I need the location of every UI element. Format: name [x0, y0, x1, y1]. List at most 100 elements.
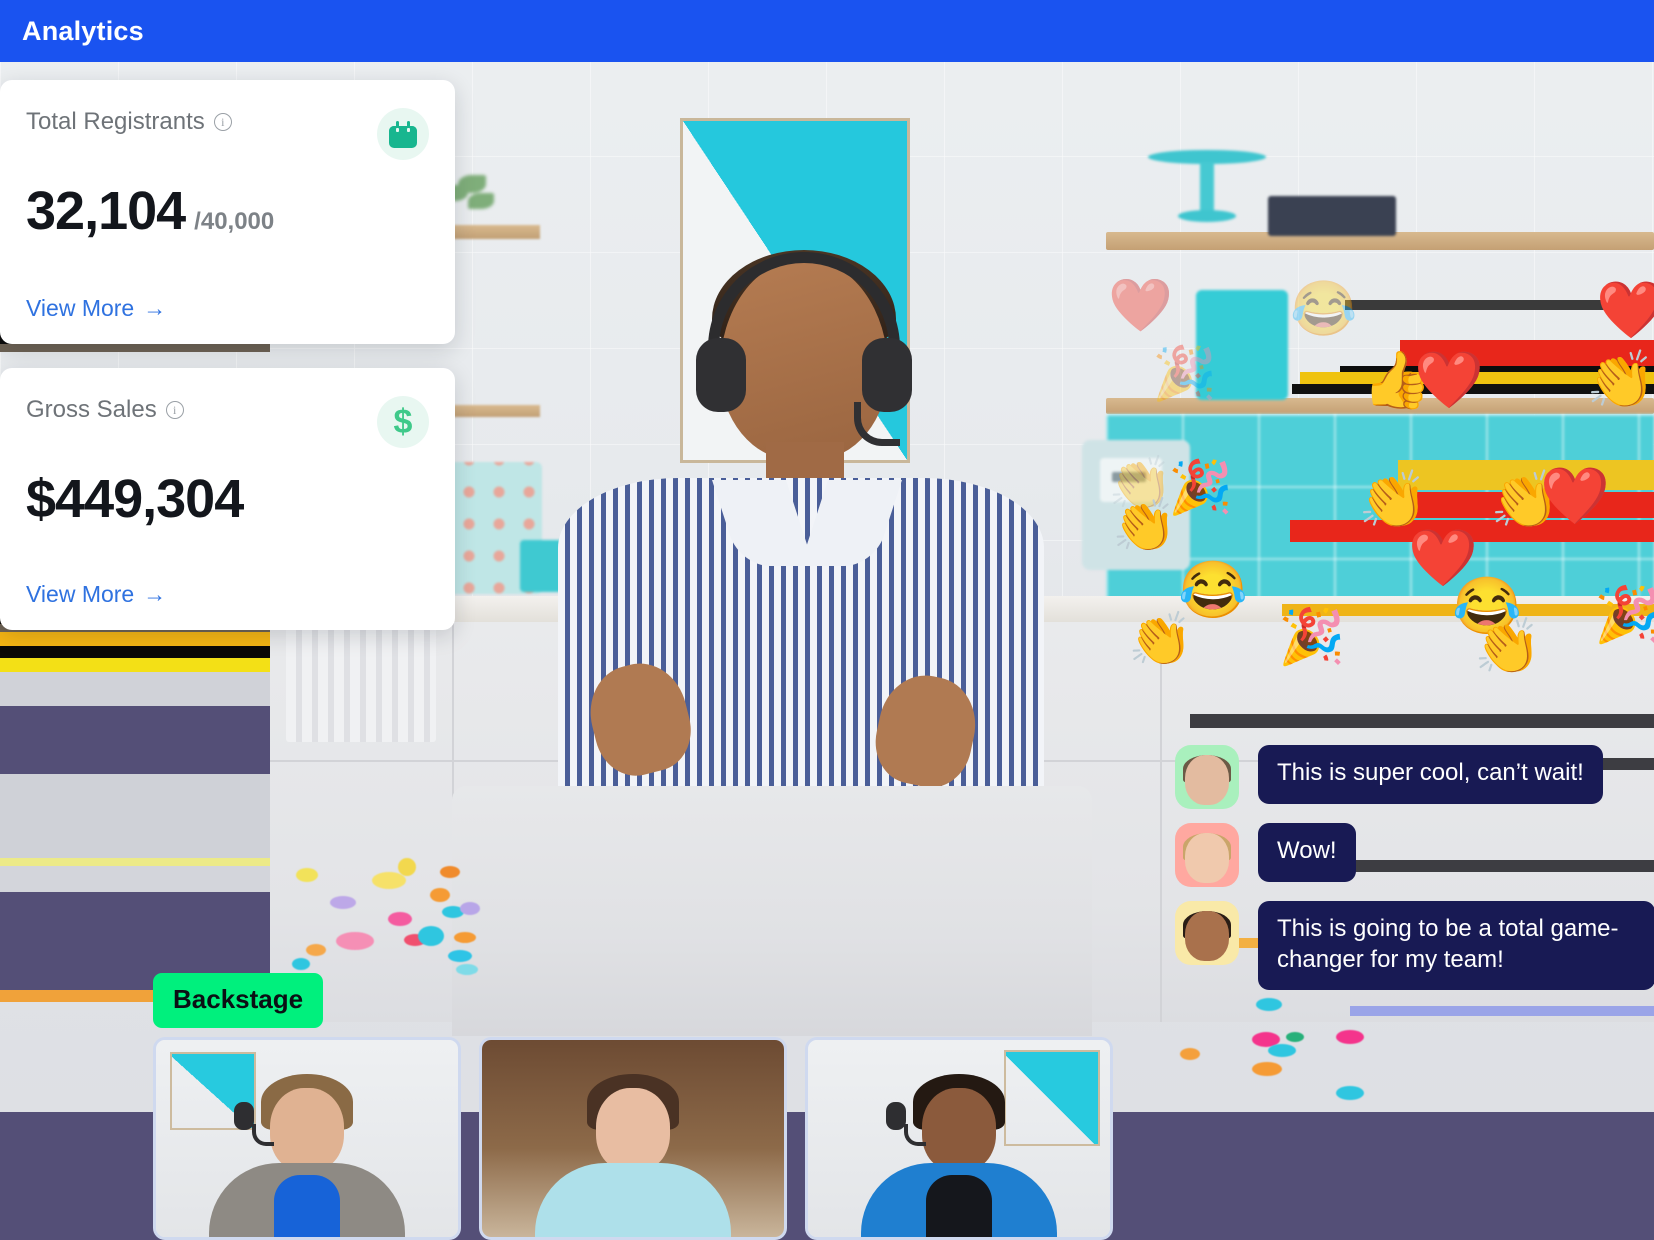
headset-earcup-right [862, 338, 912, 412]
thumb-face [270, 1088, 344, 1172]
confetti-piece [306, 944, 326, 956]
card-value-group: $449,304 [26, 468, 429, 530]
clap-icon: 👏 [1474, 617, 1542, 677]
arrow-right-icon: → [143, 295, 167, 321]
confetti-piece [336, 932, 374, 950]
headset-earcup-left [696, 338, 746, 412]
dollar-glyph: $ [393, 403, 413, 441]
confetti-piece [292, 958, 310, 970]
chat-message: This is super cool, can’t wait! [1175, 745, 1654, 809]
glitch-band [0, 344, 270, 352]
heart-icon: ❤️ [1596, 278, 1654, 341]
radiator [286, 622, 436, 742]
confetti-piece [1286, 1032, 1304, 1042]
confetti-piece [454, 932, 476, 943]
clap-icon: 👏 [1358, 468, 1428, 531]
confetti-piece [1180, 1048, 1200, 1060]
joy-icon: 😂 [1178, 558, 1248, 621]
clap-icon: 👏 [1128, 611, 1193, 669]
confetti-piece [430, 888, 450, 902]
glitch-band [0, 706, 270, 774]
confetti-piece [388, 912, 412, 926]
info-icon[interactable]: i [213, 113, 232, 131]
party-icon: 🎉 [1594, 585, 1654, 645]
dollar-icon: $ [377, 396, 429, 448]
card-title: Total Registrants [26, 108, 205, 135]
arrow-right-icon: → [143, 581, 167, 607]
clap-icon: 👏 [1586, 348, 1654, 411]
thumb-face [922, 1088, 996, 1172]
app-header-bar: Analytics [0, 0, 1654, 62]
party-icon: 🎉 [1168, 459, 1233, 517]
glitch-band [0, 858, 270, 866]
glitch-band [0, 866, 270, 892]
confetti-piece [1336, 1086, 1364, 1100]
confetti-piece [1252, 1062, 1282, 1076]
calendar-icon [377, 108, 429, 160]
confetti-piece [460, 902, 480, 915]
confetti-piece [456, 964, 478, 975]
confetti-piece [330, 896, 356, 909]
card-title: Gross Sales [26, 396, 157, 423]
app-window: ❤️ 😂 🎉 👍 ❤️ 👏 ❤️ 👏 👏 👏 ❤️ 🎉 👏 ❤️ 😂 😂 🎉 👏 🎉 👏 Analytics Tota… [0, 0, 1654, 1240]
page-title: Analytics [22, 15, 144, 46]
confetti-piece [1336, 1030, 1364, 1044]
chat-bubble: This is super cool, can’t wait! [1258, 745, 1603, 804]
clap-icon: 👏 [1112, 497, 1177, 555]
view-more-link-sales[interactable]: View More → [26, 581, 166, 608]
confetti-piece [448, 950, 472, 962]
laptop-screen-back [452, 786, 1092, 1036]
card-label-group: Gross Sales i [26, 396, 184, 424]
chat-message: This is going to be a total game-changer… [1175, 901, 1654, 991]
backstage-badge[interactable]: Backstage [153, 973, 324, 1028]
party-icon: 🎉 [1152, 345, 1217, 403]
card-total-registrants[interactable]: Total Registrants i 32,104 /40,000 View … [0, 80, 455, 344]
heart-icon: ❤️ [1414, 348, 1484, 411]
view-more-label: View More [26, 295, 135, 321]
headset-earcup-icon [886, 1102, 906, 1130]
cake-stand [1148, 150, 1266, 234]
glitch-band [0, 672, 270, 706]
info-icon[interactable]: i [165, 401, 184, 419]
thumb-inner-top [926, 1175, 992, 1237]
participant-thumb-1[interactable] [153, 1037, 461, 1240]
card-value: 32,104 [26, 181, 186, 241]
glitch-band [1350, 1006, 1654, 1016]
chat-bubble: Wow! [1258, 823, 1356, 882]
avatar-participant-3 [1175, 901, 1239, 965]
heart-icon: ❤️ [1108, 277, 1173, 335]
view-more-link-registrants[interactable]: View More → [26, 295, 166, 322]
confetti-piece [440, 866, 460, 878]
confetti-piece [1268, 1044, 1296, 1057]
confetti-piece [418, 926, 444, 946]
confetti-piece [398, 858, 416, 876]
chat-messages-list: This is super cool, can’t wait! Wow! This … [1175, 745, 1654, 1004]
avatar-participant-2 [1175, 823, 1239, 887]
chat-bubble: This is going to be a total game-changer… [1258, 901, 1654, 991]
participant-thumbnails [153, 1037, 1113, 1240]
view-more-label: View More [26, 581, 135, 607]
confetti-piece [296, 868, 318, 882]
thumb-face [596, 1088, 670, 1172]
glitch-band [0, 646, 270, 658]
card-label-group: Total Registrants i [26, 108, 232, 136]
joy-icon: 😂 [1290, 279, 1358, 339]
participant-thumb-3[interactable] [805, 1037, 1113, 1240]
card-gross-sales[interactable]: Gross Sales i $ $449,304 View More → [0, 368, 455, 630]
headset-earcup-icon [234, 1102, 254, 1130]
glitch-band [0, 658, 270, 672]
participant-thumb-2[interactable] [479, 1037, 787, 1240]
framed-artwork-thumb [1004, 1050, 1100, 1146]
heart-icon: ❤️ [1540, 464, 1610, 527]
presenter-video[interactable] [530, 246, 1070, 808]
party-icon: 🎉 [1278, 607, 1346, 667]
glitch-band [1190, 714, 1654, 728]
card-value: $449,304 [26, 469, 244, 529]
glitch-band [0, 632, 270, 646]
chat-message: Wow! [1175, 823, 1654, 887]
glitch-band [0, 774, 270, 858]
dark-storage-box [1268, 196, 1396, 236]
avatar-participant-1 [1175, 745, 1239, 809]
thumb-inner-top [600, 1175, 666, 1237]
card-value-group: 32,104 /40,000 [26, 180, 429, 242]
